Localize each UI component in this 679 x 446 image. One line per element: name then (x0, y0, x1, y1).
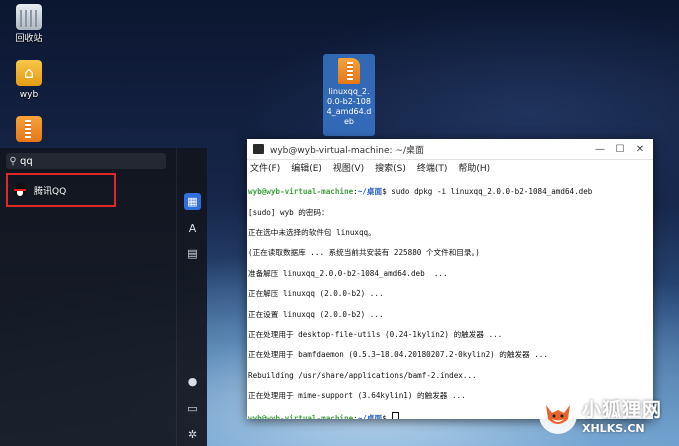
desktop-icon-deb[interactable] (6, 116, 52, 146)
command-line: wyb@wyb-virtual-machine:~/桌面$ sudo dpkg … (248, 187, 593, 197)
qq-penguin-icon (12, 181, 28, 199)
output-line: 正在处理用于 desktop-file-utils (0.24-1kylin2)… (248, 330, 503, 340)
menu-view[interactable]: 视图(V) (333, 161, 364, 174)
desktop-icon-label: wyb (19, 90, 39, 100)
fox-logo-icon (539, 396, 577, 434)
text-cursor (392, 411, 400, 419)
desktop-icon-label: 回收站 (15, 34, 43, 44)
search-result-qq[interactable]: 腾讯QQ (6, 173, 116, 207)
final-prompt-symbol: $ (382, 413, 392, 419)
desktop-icon-trash[interactable]: 回收站 (6, 4, 52, 45)
terminal-titlebar[interactable]: wyb@wyb-virtual-machine: ~/桌面 — ☐ ✕ (247, 139, 653, 160)
output-line: 正在处理用于 bamfdaemon (0.5.3~18.04.20180207.… (248, 350, 548, 360)
trash-icon (16, 4, 42, 30)
prompt-path: ~/桌面 (357, 187, 383, 197)
command-text: $ sudo dpkg -i linuxqq_2.0.0-b2-1084_amd… (382, 187, 593, 197)
selected-file-label: linuxqq_2.0.0-b2-1084_amd64.deb (326, 87, 372, 126)
minimize-icon[interactable]: — (593, 144, 607, 155)
window-title: wyb@wyb-virtual-machine: ~/桌面 (270, 145, 424, 156)
output-line: 正在解压 linuxqq (2.0.0-b2) ... (248, 289, 384, 299)
output-line: 准备解压 linuxqq_2.0.0-b2-1084_amd64.deb ... (248, 268, 448, 278)
desktop-selected-deb-file[interactable]: linuxqq_2.0.0-b2-1084_amd64.deb (323, 54, 375, 136)
search-icon: ⚲ (9, 155, 17, 167)
home-folder-icon (16, 60, 42, 86)
terminal-icon (253, 144, 264, 154)
search-result-label: 腾讯QQ (34, 186, 67, 197)
output-line: Rebuilding /usr/share/applications/bamf-… (248, 370, 477, 380)
menu-search[interactable]: 搜索(S) (375, 161, 406, 174)
menu-terminal[interactable]: 终端(T) (417, 161, 448, 174)
prompt-user: wyb@wyb-virtual-machine (248, 413, 354, 419)
watermark-title: 小狐狸网 (582, 399, 663, 421)
letter-sort-icon[interactable]: A (184, 220, 201, 237)
output-line: [sudo] wyb 的密码： (248, 207, 329, 217)
watermark-url: XHLKS.CN (582, 422, 645, 435)
prompt-user: wyb@wyb-virtual-machine (248, 187, 354, 197)
close-icon[interactable]: ✕ (633, 144, 647, 155)
deb-package-icon (16, 116, 42, 142)
output-line: (正在读取数据库 ... 系统当前共安装有 225880 个文件和目录。) (248, 248, 480, 258)
terminal-console[interactable]: wyb@wyb-virtual-machine:~/桌面$ sudo dpkg … (247, 175, 653, 419)
settings-icon[interactable]: ✲ (184, 426, 201, 443)
menu-edit[interactable]: 编辑(E) (291, 161, 322, 174)
prompt-path: ~/桌面 (357, 413, 383, 419)
site-watermark: 小狐狸网 XHLKS.CN (538, 393, 679, 446)
terminal-window[interactable]: wyb@wyb-virtual-machine: ~/桌面 — ☐ ✕ 文件(F… (247, 139, 653, 419)
user-icon[interactable]: ● (184, 373, 201, 390)
maximize-icon[interactable]: ☐ (613, 144, 627, 155)
menu-help[interactable]: 帮助(H) (458, 161, 490, 174)
launcher-search-box[interactable]: ⚲ (6, 153, 166, 169)
app-launcher: ⚲ 腾讯QQ ▦ A ▤ ● ▭ ✲ (0, 148, 207, 446)
output-line: 正在设置 linuxqq (2.0.0-b2) ... (248, 309, 384, 319)
grid-view-icon[interactable]: ▦ (184, 193, 201, 210)
launcher-search-input[interactable] (20, 155, 160, 167)
monitor-icon[interactable]: ▭ (184, 400, 201, 417)
terminal-menubar: 文件(F) 编辑(E) 视图(V) 搜索(S) 终端(T) 帮助(H) (247, 160, 653, 175)
launcher-side-strip: ▦ A ▤ ● ▭ ✲ (176, 148, 208, 446)
deb-package-icon (338, 58, 360, 84)
category-icon[interactable]: ▤ (184, 245, 201, 262)
desktop-icon-home[interactable]: wyb (6, 60, 52, 101)
menu-file[interactable]: 文件(F) (250, 161, 280, 174)
output-line: 正在选中未选择的软件包 linuxqq。 (248, 228, 376, 238)
